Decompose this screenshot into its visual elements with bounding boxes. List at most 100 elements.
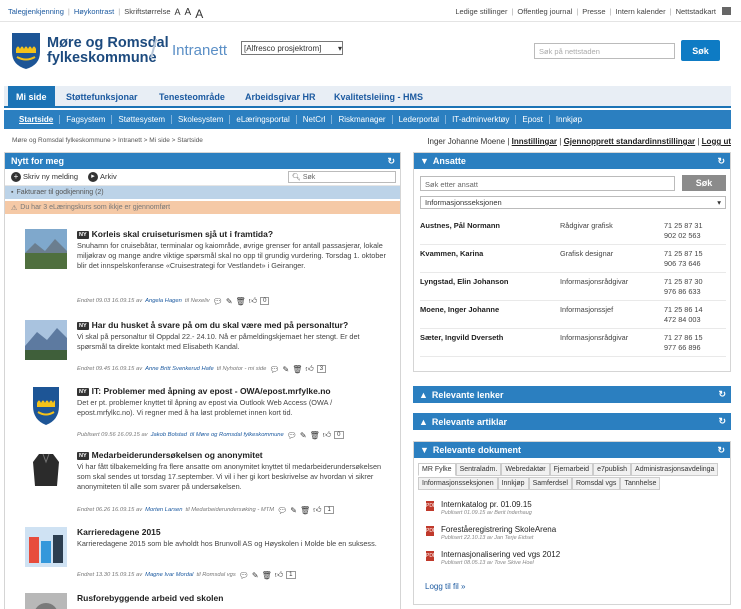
news-title[interactable]: NY Korleis skal cruiseturismen sjå ut i f… — [77, 229, 273, 239]
subnav-skolesystem[interactable]: Skolesystem — [172, 115, 231, 124]
employee-row[interactable]: Sæter, Ingvild Dverseth Informasjonsrådg… — [420, 329, 726, 357]
employee-row[interactable]: Austnes, Pål Normann Rådgivar grafisk 71… — [420, 217, 726, 245]
subnav-netcrl[interactable]: NetCrl — [297, 115, 333, 124]
font-size-large[interactable]: A — [195, 7, 203, 21]
relevant-links-header[interactable]: ▲ Relevante lenker ↻ — [413, 386, 731, 403]
site-search-input[interactable]: Søk på nettstaden — [534, 43, 675, 59]
doc-tab-fjernarbeid[interactable]: Fjernarbeid — [549, 463, 594, 476]
like-icon[interactable]: 👍︎ — [249, 296, 257, 306]
refresh-icon[interactable]: ↻ — [387, 156, 395, 167]
like-icon[interactable]: 👍︎ — [323, 430, 331, 440]
like-icon[interactable]: 👍︎ — [313, 505, 321, 515]
channel-link[interactable]: til Møre og Romsdal fylkeskommune — [190, 432, 284, 438]
subnav-epost[interactable]: Epost — [516, 115, 550, 124]
edit-icon[interactable]: ✎ — [300, 431, 307, 440]
site-search-button[interactable]: Søk — [681, 40, 720, 61]
news-title[interactable]: NY IT: Problemer med åpning av epost - OW… — [77, 386, 331, 396]
comment-icon[interactable]: 💬︎ — [239, 571, 249, 580]
top-link-sitemap[interactable]: Nettstadkart — [676, 7, 716, 16]
sitemap-icon[interactable] — [722, 7, 731, 15]
employee-row[interactable]: Kvammen, Karina Grafisk designar 71 25 8… — [420, 245, 726, 273]
breadcrumb[interactable]: Møre og Romsdal fylkeskommune > Intranet… — [12, 137, 203, 144]
comment-icon[interactable]: 💬︎ — [213, 297, 223, 306]
doc-tab-webredaktor[interactable]: Webredaktør — [501, 463, 550, 476]
settings-link[interactable]: Innstillingar — [512, 137, 557, 146]
high-contrast-link[interactable]: Høykontrast — [74, 7, 114, 21]
top-link-calendar[interactable]: Intern kalender — [616, 7, 666, 16]
news-title[interactable]: NY Har du husket å svare på om du skal væ… — [77, 320, 348, 330]
more-documents-link[interactable]: Logg til fil » — [425, 582, 465, 591]
doc-tab-samferdsel[interactable]: Samferdsel — [528, 477, 572, 490]
like-icon[interactable]: 👍︎ — [275, 570, 283, 580]
subnav-riskmanager[interactable]: Riskmanager — [332, 115, 393, 124]
refresh-icon[interactable]: ↻ — [718, 416, 726, 427]
edit-icon[interactable]: ✎ — [252, 571, 259, 580]
write-message-button[interactable]: + Skriv ny melding — [11, 172, 78, 182]
document-item[interactable]: PDF Internasjonalisering ved vgs 2012 Pu… — [426, 550, 726, 570]
tab-tenesteomrade[interactable]: Tenesteområde — [159, 86, 225, 108]
delete-icon[interactable]: 🗑︎ — [262, 571, 272, 580]
author-link[interactable]: Anne Britt Svenkerud Hafe — [145, 366, 214, 372]
news-title[interactable]: Rusforebyggende arbeid ved skolen — [77, 593, 223, 603]
employee-search-button[interactable]: Søk — [682, 175, 726, 191]
county-shield-logo[interactable] — [11, 32, 41, 70]
comment-icon[interactable]: 💬︎ — [277, 506, 287, 515]
doc-tab-innkjop[interactable]: Innkjøp — [497, 477, 529, 490]
employee-row[interactable]: Lyngstad, Elin Johanson Informasjonsrådg… — [420, 273, 726, 301]
refresh-icon[interactable]: ↻ — [717, 156, 725, 167]
delete-icon[interactable]: 🗑︎ — [300, 506, 310, 515]
doc-tab-romsdal-vgs[interactable]: Romsdal vgs — [571, 477, 621, 490]
documents-panel-header[interactable]: ▼ Relevante dokument ↻ — [414, 442, 730, 458]
news-thumbnail[interactable] — [25, 229, 67, 269]
subnav-elaeringsportal[interactable]: eLæringsportal — [230, 115, 297, 124]
news-title[interactable]: NY Medarbeiderundersøkelsen og anonymitet — [77, 450, 263, 460]
tab-stottefunksjonar[interactable]: Støttefunksjonar — [66, 86, 138, 108]
news-title[interactable]: Karrieredagene 2015 — [77, 527, 161, 537]
tab-kvalitetsleiing[interactable]: Kvalitetsleiing - HMS — [334, 86, 423, 108]
logout-link[interactable]: Logg ut — [702, 137, 731, 146]
delete-icon[interactable]: 🗑︎ — [310, 431, 320, 440]
like-icon[interactable]: 👍︎ — [305, 364, 313, 374]
top-link-press[interactable]: Presse — [582, 7, 605, 16]
doc-tab-mr-fylke[interactable]: MR Fylke — [418, 463, 456, 476]
doc-tab-e7publish[interactable]: e7publish — [593, 463, 632, 476]
subnav-innkjop[interactable]: Innkjøp — [550, 115, 588, 124]
top-link-journal[interactable]: Offentleg journal — [517, 7, 572, 16]
subnav-stottesystem[interactable]: Støttesystem — [112, 115, 173, 124]
news-thumbnail[interactable] — [25, 593, 67, 609]
document-item[interactable]: PDF Internkatalog pr. 01.09.15 Publisert… — [426, 500, 726, 520]
subnav-it-adminverktoy[interactable]: IT-adminverktøy — [446, 115, 517, 124]
news-thumbnail[interactable] — [25, 527, 67, 567]
author-link[interactable]: Angela Hagen — [145, 298, 182, 304]
subnav-startside[interactable]: Startside — [13, 115, 61, 124]
refresh-icon[interactable]: ↻ — [718, 389, 726, 400]
relevant-articles-header[interactable]: ▲ Relevante artiklar ↻ — [413, 413, 731, 430]
doc-tab-informasjonsseksjonen[interactable]: Informasjonsseksjonen — [418, 477, 498, 490]
department-select[interactable]: Informasjonsseksjonen ▾ — [420, 196, 726, 209]
employee-row[interactable]: Moene, Inger Johanne Informasjonssjef 71… — [420, 301, 726, 329]
edit-icon[interactable]: ✎ — [290, 506, 297, 515]
font-size-small[interactable]: A — [175, 7, 181, 21]
delete-icon[interactable]: 🗑︎ — [292, 365, 302, 374]
doc-tab-sentraladm[interactable]: Sentraladm. — [455, 463, 502, 476]
invoice-notice[interactable]: ▪ Fakturaer til godkjenning (2) — [5, 186, 400, 199]
news-search-input[interactable]: 🔍︎ Søk — [288, 171, 396, 183]
refresh-icon[interactable]: ↻ — [717, 445, 725, 456]
speech-link[interactable]: Talegjenkjenning — [8, 7, 64, 21]
subnav-fagsystem[interactable]: Fagsystem — [60, 115, 113, 124]
news-thumbnail[interactable] — [25, 320, 67, 360]
author-link[interactable]: Magne Ivar Mordal — [145, 572, 193, 578]
edit-icon[interactable]: ✎ — [226, 297, 233, 306]
archive-button[interactable]: ▸ Arkiv — [88, 172, 117, 182]
document-item[interactable]: PDF Foreståeregistrering SkoleArena Publ… — [426, 525, 726, 545]
doc-tab-tannhelse[interactable]: Tannhelse — [620, 477, 661, 490]
tab-mi-side[interactable]: Mi side — [8, 86, 55, 108]
author-link[interactable]: Jakob Bolstad — [151, 432, 187, 438]
project-room-select[interactable]: [Alfresco prosjektrom] ▾ — [241, 41, 343, 55]
font-size-medium[interactable]: A — [185, 7, 192, 21]
county-shield-thumbnail[interactable] — [25, 386, 67, 426]
comment-icon[interactable]: 💬︎ — [269, 365, 279, 374]
comment-icon[interactable]: 💬︎ — [287, 431, 297, 440]
employees-panel-header[interactable]: ▼ Ansatte ↻ — [414, 153, 730, 169]
employee-search-input[interactable]: Søk etter ansatt — [420, 176, 675, 191]
